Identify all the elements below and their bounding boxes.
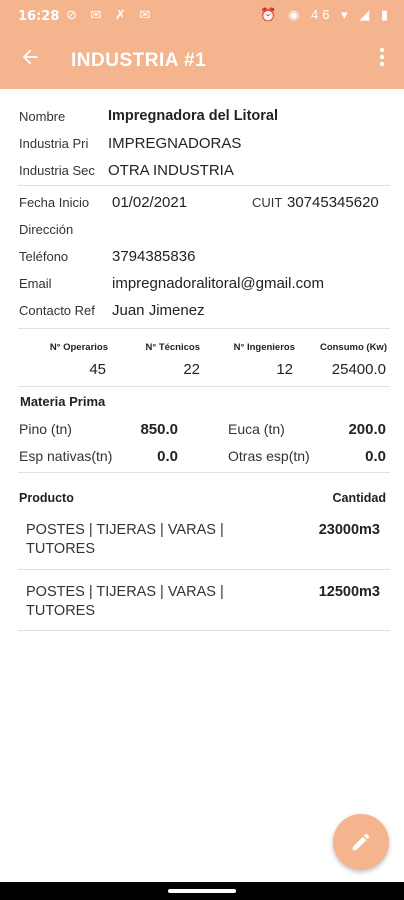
divider	[18, 328, 390, 329]
industria-sec-label: Industria Sec	[19, 163, 95, 178]
direccion-label: Dirección	[19, 222, 74, 237]
status-time: 16:28	[18, 9, 60, 24]
cantidad-header: Cantidad	[332, 491, 386, 505]
consumo-value: 25400.0	[331, 361, 386, 378]
edit-button[interactable]	[333, 814, 389, 870]
producto-header: Producto	[19, 491, 74, 505]
otras-esp-label: Otras esp(tn)	[228, 448, 310, 464]
operarios-label: N° Operarios	[49, 342, 108, 353]
ingenieros-label: N° Ingenieros	[233, 342, 295, 353]
tecnicos-value: 22	[183, 361, 200, 378]
producto-name: POSTES | TIJERAS | VARAS | TUTORES	[26, 522, 224, 557]
producto-qty: 12500m3	[318, 584, 380, 600]
contacto-ref-label: Contacto Ref	[19, 303, 95, 318]
more-options-icon[interactable]	[372, 46, 392, 74]
divider	[18, 630, 390, 631]
euca-value: 200.0	[348, 421, 386, 438]
contacto-ref-value: Juan Jimenez	[112, 302, 205, 319]
esp-nativas-label: Esp nativas(tn)	[19, 448, 113, 464]
telefono-value: 3794385836	[112, 248, 196, 265]
operarios-value: 45	[89, 361, 106, 378]
nombre-label: Nombre	[19, 109, 66, 124]
esp-nativas-value: 0.0	[157, 448, 178, 465]
divider	[18, 569, 390, 570]
navigation-bar	[0, 882, 404, 900]
nombre-value: Impregnadora del Litoral	[108, 108, 278, 124]
divider	[18, 185, 390, 186]
industria-pri-label: Industria Pri	[19, 136, 89, 151]
otras-esp-value: 0.0	[365, 448, 386, 465]
app-bar: INDUSTRIA #1	[0, 34, 404, 89]
fecha-inicio-label: Fecha Inicio	[19, 195, 90, 210]
cuit-label: CUIT	[252, 195, 283, 210]
email-value: impregnadoralitoral@gmail.com	[112, 275, 324, 292]
fecha-inicio-value: 01/02/2021	[112, 194, 188, 211]
divider	[18, 472, 390, 473]
industria-sec-value: OTRA INDUSTRIA	[108, 162, 234, 179]
pino-value: 850.0	[140, 421, 178, 438]
telefono-label: Teléfono	[19, 249, 69, 264]
producto-qty: 23000m3	[318, 522, 380, 538]
industria-pri-value: IMPREGNADORAS	[108, 135, 242, 152]
euca-label: Euca (tn)	[228, 421, 285, 437]
notification-icons: ⊘ ✉ ✗ ✉	[66, 7, 156, 22]
back-arrow-icon[interactable]	[16, 46, 44, 74]
cuit-value: 30745345620	[287, 194, 379, 211]
ingenieros-value: 12	[276, 361, 293, 378]
system-icons: ⏰ ◉ 46 ▾ ◢ ▮	[260, 7, 392, 22]
producto-name: POSTES | TIJERAS | VARAS | TUTORES	[26, 584, 224, 619]
status-bar: 16:28 ⊘ ✉ ✗ ✉ ⏰ ◉ 46 ▾ ◢ ▮	[0, 0, 404, 34]
home-indicator[interactable]	[168, 889, 236, 893]
page-title: INDUSTRIA #1	[71, 50, 207, 71]
divider	[18, 386, 390, 387]
tecnicos-label: N° Técnicos	[145, 342, 200, 353]
consumo-label: Consumo (Kw)	[319, 342, 387, 353]
pencil-icon	[352, 833, 370, 851]
materia-prima-title: Materia Prima	[20, 394, 106, 409]
email-label: Email	[19, 276, 52, 291]
pino-label: Pino (tn)	[19, 421, 72, 437]
